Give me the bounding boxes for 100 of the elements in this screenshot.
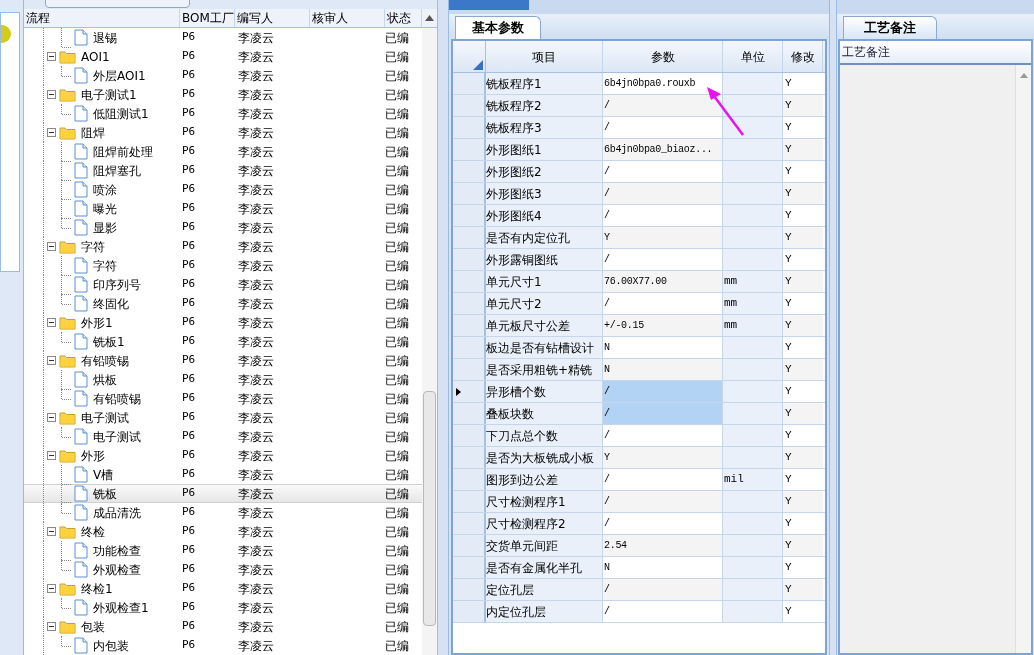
collapse-icon[interactable] — [47, 413, 56, 422]
table-cell: 外形图纸4 — [486, 205, 603, 226]
column-header[interactable]: BOM工厂 — [180, 9, 235, 27]
tree-row[interactable]: 烘板 P6 李凌云 已编 — [24, 370, 422, 389]
column-header[interactable]: 修改 — [783, 41, 823, 72]
document-icon — [74, 295, 88, 312]
tree-row[interactable]: 电子测试 P6 李凌云 已编 — [24, 427, 422, 446]
splitter[interactable] — [829, 0, 837, 655]
tree-row[interactable]: 显影 P6 李凌云 已编 — [24, 218, 422, 237]
tree-row[interactable]: 终检 P6 李凌云 已编 — [24, 522, 422, 541]
tree-row[interactable]: 成品清洗 P6 李凌云 已编 — [24, 503, 422, 522]
column-header[interactable]: 参数 — [603, 41, 723, 72]
column-header[interactable]: 编写人 — [235, 9, 310, 27]
scroll-up-icon[interactable] — [425, 15, 434, 21]
document-icon — [74, 143, 88, 160]
collapse-icon[interactable] — [47, 527, 56, 536]
table-cell[interactable]: / — [603, 403, 723, 424]
table-cell[interactable]: 2.54 — [603, 535, 723, 556]
tree-row[interactable]: AOI1 P6 李凌云 已编 — [24, 47, 422, 66]
scroll-thumb[interactable] — [423, 391, 436, 626]
table-cell-text: 李凌云 — [237, 67, 275, 85]
tree-row[interactable]: 终固化 P6 李凌云 已编 — [24, 294, 422, 313]
column-header[interactable]: 流程 — [24, 9, 180, 27]
collapse-icon[interactable] — [47, 128, 56, 137]
tree-row[interactable]: 外观检查 P6 李凌云 已编 — [24, 560, 422, 579]
tree-row[interactable]: 阻焊前处理 P6 李凌云 已编 — [24, 142, 422, 161]
tree-row[interactable]: 阻焊 P6 李凌云 已编 — [24, 123, 422, 142]
table-cell[interactable]: / — [603, 161, 723, 182]
column-header[interactable]: 单位 — [723, 41, 783, 72]
collapse-icon[interactable] — [47, 242, 56, 251]
column-header[interactable]: 项目 — [486, 41, 603, 72]
process-name: 外层AOI1 — [93, 67, 146, 85]
tree-row[interactable]: 印序列号 P6 李凌云 已编 — [24, 275, 422, 294]
tab[interactable]: 工艺备注 — [843, 16, 937, 39]
table-cell[interactable]: / — [603, 513, 723, 534]
table-cell[interactable]: / — [603, 205, 723, 226]
tree-row[interactable]: 外观检查1 P6 李凌云 已编 — [24, 598, 422, 617]
collapse-icon[interactable] — [47, 584, 56, 593]
tree-row[interactable]: 电子测试 P6 李凌云 已编 — [24, 408, 422, 427]
folder-icon — [59, 448, 76, 463]
row-header[interactable] — [453, 381, 486, 402]
table-cell[interactable]: N — [603, 557, 723, 578]
table-cell[interactable]: / — [603, 579, 723, 600]
table-cell[interactable]: / — [603, 293, 723, 314]
tab[interactable]: 基本参数 — [455, 16, 541, 39]
tree-row[interactable]: 有铅喷锡 P6 李凌云 已编 — [24, 389, 422, 408]
table-cell[interactable]: 76.00X77.00 — [603, 271, 723, 292]
corner-icon[interactable] — [473, 60, 483, 70]
table-cell-text: 李凌云 — [237, 105, 275, 123]
tree-row[interactable]: 铣板1 P6 李凌云 已编 — [24, 332, 422, 351]
column-header[interactable]: 工艺备注 — [840, 41, 1031, 65]
tree-row[interactable]: 包装 P6 李凌云 已编 — [24, 617, 422, 636]
tree-row[interactable]: 铣板 P6 李凌云 已编 — [24, 484, 422, 503]
tree-row[interactable]: 外形1 P6 李凌云 已编 — [24, 313, 422, 332]
table-cell[interactable]: +/-0.15 — [603, 315, 723, 336]
collapse-icon[interactable] — [47, 451, 56, 460]
tree-row[interactable]: 字符 P6 李凌云 已编 — [24, 237, 422, 256]
table-cell[interactable]: N — [603, 337, 723, 358]
tree-row[interactable]: 字符 P6 李凌云 已编 — [24, 256, 422, 275]
tree-row[interactable]: 电子测试1 P6 李凌云 已编 — [24, 85, 422, 104]
table-cell[interactable]: / — [603, 249, 723, 270]
tree-row[interactable]: 内包装 P6 李凌云 已编 — [24, 636, 422, 655]
collapse-icon[interactable] — [47, 318, 56, 327]
table-cell: 铣板程序2 — [486, 95, 603, 116]
tree-row[interactable]: 外形 P6 李凌云 已编 — [24, 446, 422, 465]
tab[interactable] — [449, 0, 529, 10]
tree-row[interactable]: 低阻测试1 P6 李凌云 已编 — [24, 104, 422, 123]
table-cell[interactable]: / — [603, 183, 723, 204]
table-cell[interactable]: / — [603, 117, 723, 138]
process-name: 终检 — [81, 523, 105, 541]
table-cell[interactable]: / — [603, 469, 723, 490]
tree-row[interactable]: 终检1 P6 李凌云 已编 — [24, 579, 422, 598]
collapse-icon[interactable] — [47, 52, 56, 61]
table-cell[interactable]: Y — [603, 227, 723, 248]
table-cell-text: 李凌云 — [237, 143, 275, 161]
table-cell[interactable]: Y — [603, 447, 723, 468]
table-cell[interactable]: / — [603, 601, 723, 622]
tree-row[interactable]: 外层AOI1 P6 李凌云 已编 — [24, 66, 422, 85]
column-header[interactable]: 状态 — [385, 9, 422, 27]
tree-row[interactable]: 喷涂 P6 李凌云 已编 — [24, 180, 422, 199]
table-cell: Y — [783, 447, 823, 468]
table-cell[interactable]: 6b4jn0bpa0_biaoz... — [603, 139, 723, 160]
tree-row[interactable]: 曝光 P6 李凌云 已编 — [24, 199, 422, 218]
table-cell[interactable]: 6b4jn0bpa0.rouxb — [603, 73, 723, 94]
process-name: 阻焊前处理 — [93, 143, 153, 161]
collapse-icon[interactable] — [47, 622, 56, 631]
tree-row[interactable]: 退锡 P6 李凌云 已编 — [24, 28, 422, 47]
column-header[interactable]: 核审人 — [310, 9, 385, 27]
table-cell-text: 已编 — [385, 561, 410, 579]
collapse-icon[interactable] — [47, 90, 56, 99]
table-cell[interactable]: / — [603, 491, 723, 512]
table-cell[interactable]: / — [603, 95, 723, 116]
table-cell[interactable]: N — [603, 359, 723, 380]
collapse-icon[interactable] — [47, 356, 56, 365]
tree-row[interactable]: 有铅喷锡 P6 李凌云 已编 — [24, 351, 422, 370]
process-name: 字符 — [93, 257, 117, 275]
table-cell[interactable]: / — [603, 425, 723, 446]
tree-row[interactable]: 功能检查 P6 李凌云 已编 — [24, 541, 422, 560]
tree-row[interactable]: 阻焊塞孔 P6 李凌云 已编 — [24, 161, 422, 180]
table-cell[interactable]: / — [603, 381, 723, 402]
